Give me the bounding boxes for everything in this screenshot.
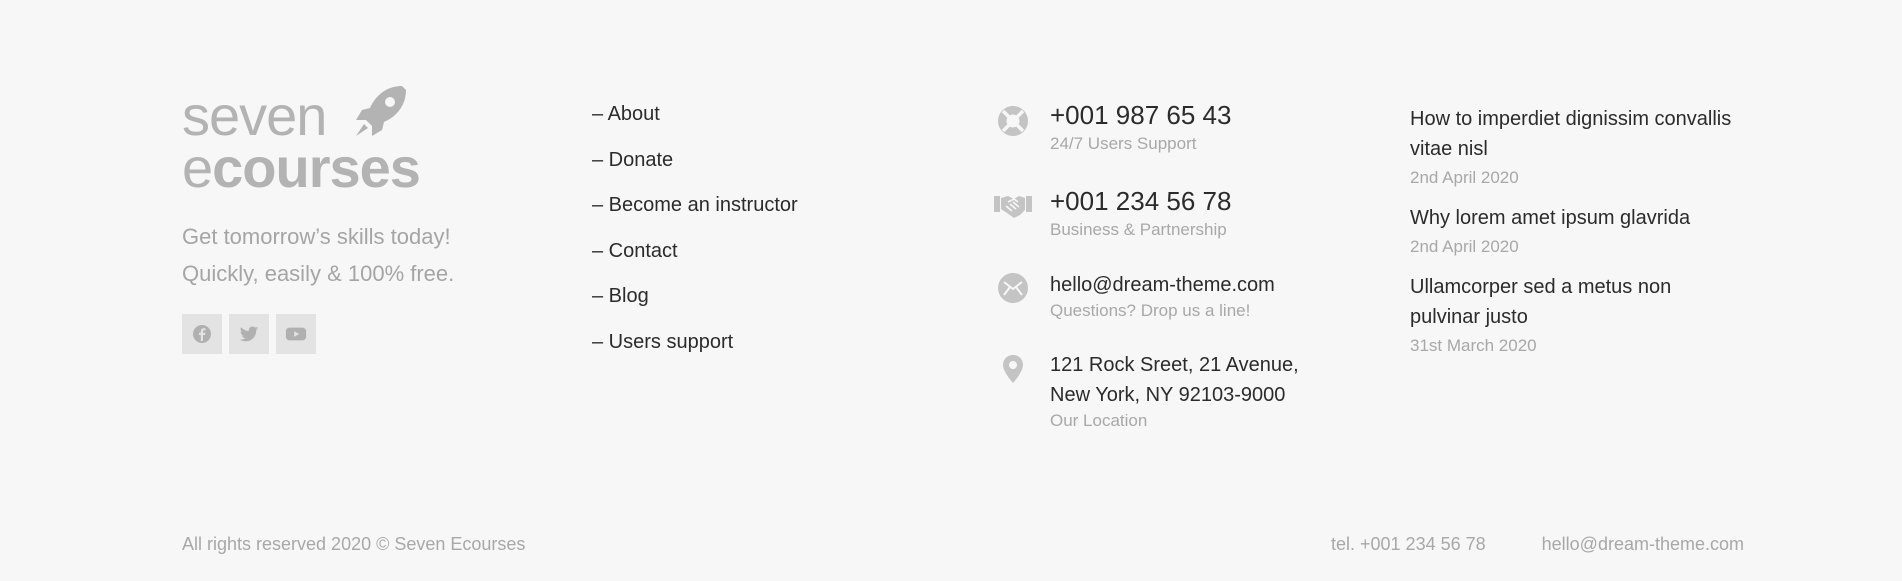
address-line: 121 Rock Sreet, 21 Avenue, xyxy=(1050,354,1299,376)
tagline: Get tomorrow’s skills today! Quickly, ea… xyxy=(182,218,512,292)
twitter-button[interactable] xyxy=(229,314,269,354)
post-date: 31st March 2020 xyxy=(1410,336,1537,355)
post-item: Why lorem amet ipsum glavrida 2nd April … xyxy=(1410,203,1750,258)
post-title[interactable]: Why lorem amet ipsum glavrida xyxy=(1410,203,1750,233)
site-footer: seven ecourses Get tomorrow’s skills tod… xyxy=(0,0,1902,581)
post-date: 2nd April 2020 xyxy=(1410,168,1519,187)
post-item: How to imperdiet dignissim convallis vit… xyxy=(1410,104,1750,189)
logo-word-ecourses: ecourses xyxy=(182,136,421,199)
contact-email-address[interactable]: hello@dream-theme.com xyxy=(1050,270,1275,300)
recent-posts: How to imperdiet dignissim convallis vit… xyxy=(1410,104,1750,371)
footer-nav: – About – Donate – Become an instructor … xyxy=(592,102,798,375)
facebook-icon xyxy=(193,325,211,343)
twitter-icon xyxy=(239,326,259,342)
lifebuoy-icon xyxy=(998,106,1028,136)
copyright-text: All rights reserved 2020 © Seven Ecourse… xyxy=(182,534,526,554)
footer-link-blog[interactable]: – Blog xyxy=(592,284,798,308)
tagline-line: Get tomorrow’s skills today! xyxy=(182,224,451,249)
bottom-contacts: tel. +001 234 56 78 hello@dream-theme.co… xyxy=(1331,534,1744,555)
post-item: Ullamcorper sed a metus non pulvinar jus… xyxy=(1410,272,1750,357)
tagline-line: Quickly, easily & 100% free. xyxy=(182,261,455,286)
footer-link-contact[interactable]: – Contact xyxy=(592,239,798,263)
business-phone[interactable]: +001 234 56 78 xyxy=(1050,186,1231,216)
post-title[interactable]: Ullamcorper sed a metus non pulvinar jus… xyxy=(1410,272,1750,332)
logo[interactable]: seven ecourses xyxy=(182,82,432,196)
footer-link-become-instructor[interactable]: – Become an instructor xyxy=(592,193,798,217)
bottom-email-link[interactable]: hello@dream-theme.com xyxy=(1542,534,1744,555)
footer-link-donate[interactable]: – Donate xyxy=(592,148,798,172)
social-links xyxy=(182,314,512,354)
location-label: Our Location xyxy=(1050,411,1148,430)
brand-column: seven ecourses Get tomorrow’s skills tod… xyxy=(182,82,512,354)
footer-bottom-bar: All rights reserved 2020 © Seven Ecourse… xyxy=(182,534,1744,556)
bottom-phone-link[interactable]: tel. +001 234 56 78 xyxy=(1331,534,1486,555)
map-pin-icon xyxy=(1003,355,1023,383)
post-title[interactable]: How to imperdiet dignissim convallis vit… xyxy=(1410,104,1750,164)
address-line: New York, NY 92103-9000 xyxy=(1050,384,1286,406)
post-date: 2nd April 2020 xyxy=(1410,237,1519,256)
facebook-button[interactable] xyxy=(182,314,222,354)
envelope-icon xyxy=(998,273,1028,303)
business-label: Business & Partnership xyxy=(1050,220,1227,239)
youtube-button[interactable] xyxy=(276,314,316,354)
footer-link-about[interactable]: – About xyxy=(592,102,798,126)
support-phone[interactable]: +001 987 65 43 xyxy=(1050,100,1231,130)
email-label: Questions? Drop us a line! xyxy=(1050,301,1251,320)
youtube-icon xyxy=(285,327,307,341)
support-label: 24/7 Users Support xyxy=(1050,134,1197,153)
handshake-icon xyxy=(994,196,1032,218)
footer-link-users-support[interactable]: – Users support xyxy=(592,330,798,354)
rocket-icon xyxy=(356,86,406,136)
